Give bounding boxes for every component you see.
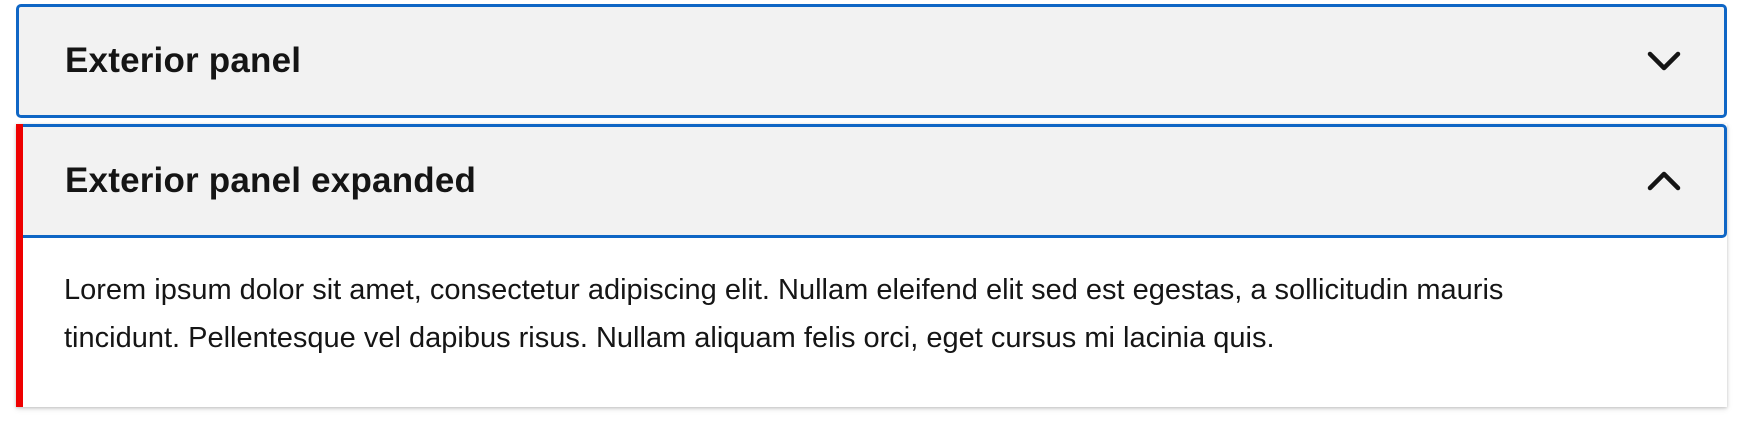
accordion: Exterior panel Exterior panel expanded L… [16,4,1727,407]
chevron-down-icon [1644,41,1684,81]
accordion-item-exterior-panel-expanded: Exterior panel expanded Lorem ipsum dolo… [16,124,1727,407]
accordion-body-text: Lorem ipsum dolor sit amet, consectetur … [64,274,1504,354]
accordion-expanded-content: Lorem ipsum dolor sit amet, consectetur … [16,238,1727,407]
accordion-item-title: Exterior panel expanded [65,161,477,200]
expanded-accent-bar [16,124,23,407]
accordion-item-title: Exterior panel [65,41,302,80]
accordion-toggle-exterior-panel-expanded[interactable]: Exterior panel expanded [16,124,1727,238]
accordion-item-exterior-panel: Exterior panel [16,4,1727,118]
chevron-up-icon [1644,161,1684,201]
accordion-toggle-exterior-panel[interactable]: Exterior panel [16,4,1727,118]
